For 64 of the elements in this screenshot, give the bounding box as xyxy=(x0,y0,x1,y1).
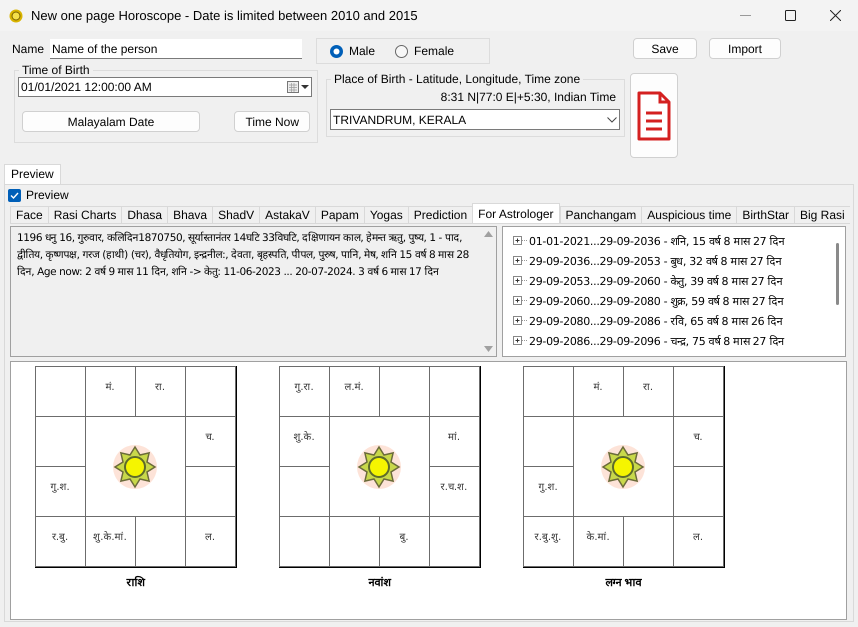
house-cell: ल. xyxy=(672,516,724,567)
save-button[interactable]: Save xyxy=(633,38,697,59)
tree-item[interactable]: 29-09-2036...29-09-2053 - बुध, 32 वर्ष 8 मास 27 दिन xyxy=(513,250,830,270)
chart-title: नवांश xyxy=(368,576,390,589)
house-cell xyxy=(522,366,574,417)
window-title: New one page Horoscope - Date is limited between 2010 and 2015 xyxy=(31,8,419,23)
tab[interactable]: Yogas xyxy=(364,206,408,224)
tab[interactable]: AstakaV xyxy=(259,206,315,224)
summary-text: 1196 धनु 16, गुरुवार, कलिदिन1870750, सूर्यास्तानंतर 14घटि 33विघटि, दक्षिणायन काल, हेमन्त ऋतु, पुष्य, 1 - पाद, द्वीतिय, कृष्णपक्ष, गरज (हाथी) (चर), वैधृतियोग, इन्द्रनील:, देवता, बृहस्पति, पीपल, पुरुष, पानि, मेष, शनि 15 वर्ष 8 मास 28 दिन, Age now: 2 वर्ष 9 मास 11 दिन, शनि -> केतु: 11-06-2023 ... 20-07-2024. 3 वर्ष 6 मास 17 दिन xyxy=(16,230,470,280)
calendar-dropdown-icon xyxy=(287,81,309,93)
tab[interactable]: Face xyxy=(10,206,48,224)
preview-checkbox[interactable]: Preview xyxy=(8,187,849,203)
app-sun-icon xyxy=(9,8,23,22)
tree-item[interactable]: 29-09-2086...29-09-2096 - चन्द्र, 75 वर्ष 8 मास 27 दिन xyxy=(513,330,830,350)
tab[interactable]: Rasi Charts xyxy=(48,206,122,224)
tree-item[interactable]: 01-01-2021...29-09-2036 - शनि, 15 वर्ष 8 मास 27 दिन xyxy=(513,230,830,250)
expand-icon[interactable] xyxy=(513,236,527,244)
document-icon xyxy=(637,90,671,140)
group-title: Time of Birth xyxy=(21,63,91,77)
place-dropdown[interactable]: TRIVANDRUM, KERALA xyxy=(330,109,620,130)
document-button[interactable] xyxy=(630,73,678,158)
preview-tab[interactable]: Preview xyxy=(4,164,61,184)
expand-icon[interactable] xyxy=(513,296,527,304)
import-button[interactable]: Import xyxy=(709,38,781,59)
sun-drawing xyxy=(599,442,647,490)
chart-title: राशि xyxy=(126,574,144,589)
name-input[interactable]: Name of the person xyxy=(50,39,302,59)
expand-icon[interactable] xyxy=(513,316,527,324)
sun-drawing xyxy=(355,442,403,490)
gender-radio[interactable]: Male xyxy=(330,44,376,58)
time-now-button[interactable]: Time Now xyxy=(234,111,310,132)
chart-title: लग्न भाव xyxy=(605,576,642,589)
house-cell: र.बु. xyxy=(34,516,86,567)
malayalam-date-button[interactable]: Malayalam Date xyxy=(22,111,200,132)
gender-radio[interactable]: Female xyxy=(395,44,454,58)
tab[interactable]: Prediction xyxy=(408,206,472,224)
tab[interactable]: BirthStar xyxy=(736,206,794,224)
tab[interactable]: ShadV xyxy=(212,206,260,224)
chevron-down-icon xyxy=(607,116,617,122)
tree-item[interactable]: 29-09-2060...29-09-2080 - शुक्र, 59 वर्ष 8 मास 27 दिन xyxy=(513,290,830,310)
tab[interactable]: Panchangam xyxy=(560,206,642,224)
sun-drawing xyxy=(111,442,159,490)
expand-icon[interactable] xyxy=(513,336,527,344)
expand-icon[interactable] xyxy=(513,276,527,284)
name-label: Name xyxy=(12,42,44,56)
tab[interactable]: Auspicious time xyxy=(641,206,736,224)
scrollbar-thumb[interactable] xyxy=(836,243,839,305)
tree-item[interactable]: 29-09-2053...29-09-2060 - केतु, 39 वर्ष 8 मास 27 दिन xyxy=(513,270,830,290)
group-title: Place of Birth - Latitude, Longitude, Time zone xyxy=(333,72,582,86)
close-icon[interactable] xyxy=(830,10,841,21)
maximize-icon[interactable] xyxy=(785,10,796,21)
house-cell xyxy=(34,366,86,417)
expand-icon[interactable] xyxy=(513,256,527,264)
house-cell: ल. xyxy=(184,516,236,567)
tab[interactable]: For Astrologer xyxy=(472,203,560,224)
tree-item[interactable]: 29-09-2080...29-09-2086 - रवि, 65 वर्ष 8 मास 26 दिन xyxy=(513,310,830,330)
house-cell: र.बु.शु. xyxy=(522,516,574,567)
house-cell: गु.रा. xyxy=(278,366,330,417)
tab[interactable]: Big Rasi xyxy=(794,206,850,224)
date-time-picker[interactable]: 01/01/2021 12:00:00 AM xyxy=(18,77,312,97)
tab[interactable]: Papam xyxy=(314,206,364,224)
coordinates-text: 8:31 N|77:0 E|+5:30, Indian Time xyxy=(440,90,617,104)
tab[interactable]: Dhasa xyxy=(121,206,168,224)
tab[interactable]: Bhava xyxy=(167,206,212,224)
